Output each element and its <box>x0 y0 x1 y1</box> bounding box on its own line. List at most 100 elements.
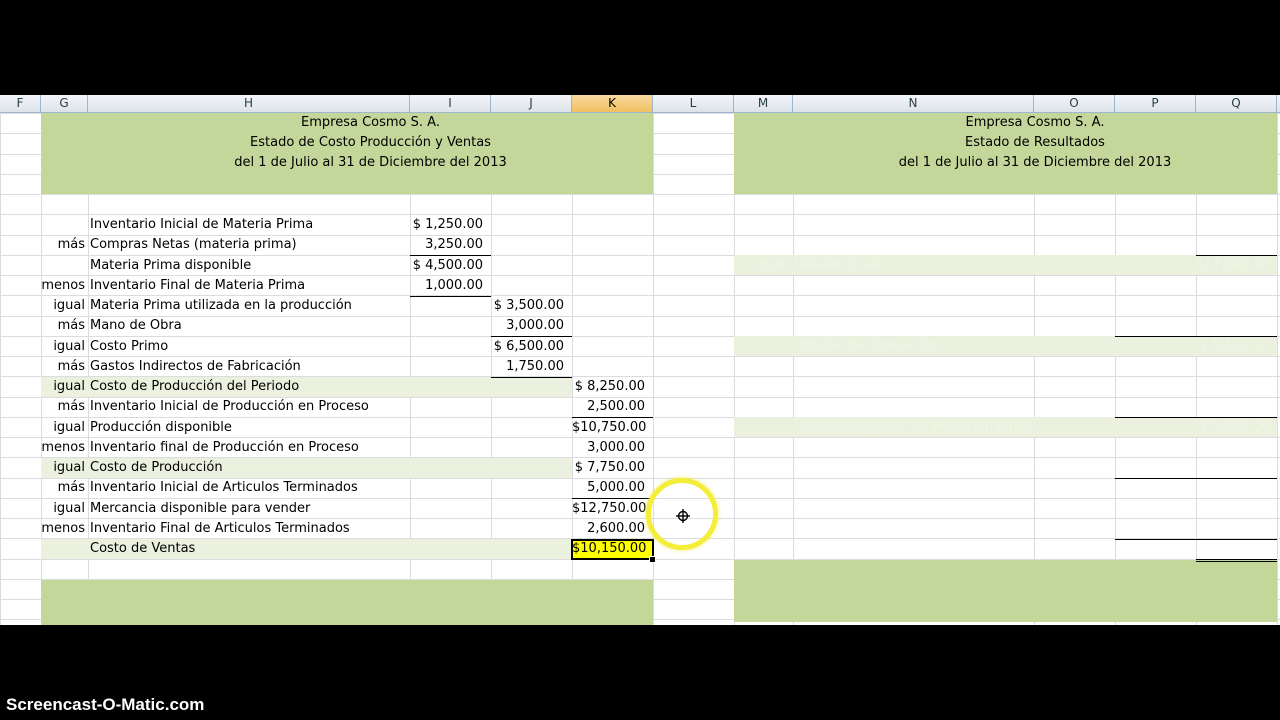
cost-row-col-j <box>491 438 564 458</box>
income-op: igual <box>758 257 790 272</box>
income-label: Utilidad Bruta <box>795 257 885 272</box>
cost-row-col-i: 1,000.00 <box>425 278 483 293</box>
move-cursor-icon <box>676 509 690 523</box>
underline <box>1196 559 1277 560</box>
cost-row-label: Compras Netas (materia prima) <box>90 237 297 252</box>
cost-row-col-j <box>491 256 564 276</box>
cost-row-label: Inventario Inicial de Articulos Terminad… <box>90 480 358 495</box>
cost-row-operator: más <box>57 399 85 414</box>
cost-row-col-j <box>491 377 564 397</box>
cell-grid[interactable]: Empresa Cosmo S. A. Estado de Costo Prod… <box>0 113 1280 625</box>
cost-row-operator: igual <box>53 501 85 516</box>
column-header-i[interactable]: I <box>410 95 491 112</box>
cost-row-label: Inventario Inicial de Materia Prima <box>90 217 314 232</box>
cost-row-label: Producción disponible <box>90 420 232 435</box>
cost-row-operator: igual <box>53 379 85 394</box>
column-header-q[interactable]: Q <box>1196 95 1277 112</box>
cost-row-operator: igual <box>53 420 85 435</box>
cost-row-operator: más <box>57 237 85 252</box>
cost-row-col-i <box>410 499 483 519</box>
cost-row-col-k <box>572 276 645 296</box>
right-statement-title: Estado de Resultados <box>965 135 1105 150</box>
left-statement-period: del 1 de Julio al 31 de Diciembre del 20… <box>234 155 507 170</box>
cost-row-col-i <box>410 478 483 498</box>
cost-row-col-i <box>410 397 483 417</box>
active-cell-value: $10,150.00 <box>572 541 647 556</box>
underline <box>1115 417 1277 418</box>
right-footer-band <box>734 560 1277 622</box>
cost-row-col-j <box>491 519 564 539</box>
cost-row-label: Costo de Producción <box>90 460 223 475</box>
column-header-h[interactable]: H <box>88 95 410 112</box>
cost-row-col-k: $ 7,750.00 <box>574 460 645 475</box>
cost-row-operator: igual <box>53 298 85 313</box>
cost-row-col-i: $ 4,500.00 <box>412 258 483 273</box>
cost-row-operator: menos <box>41 440 85 455</box>
cost-row-col-k <box>572 215 645 235</box>
cost-row-col-j <box>491 235 564 255</box>
cost-row-col-i: $ 1,250.00 <box>412 217 483 232</box>
column-header-j[interactable]: J <box>491 95 572 112</box>
left-statement-title: Estado de Costo Producción y Ventas <box>250 135 491 150</box>
right-company-name: Empresa Cosmo S. A. <box>965 115 1105 130</box>
cost-row-col-j <box>491 276 564 296</box>
underline <box>491 377 572 378</box>
cost-row-col-j <box>491 418 564 438</box>
cost-row-col-k <box>572 296 645 316</box>
cost-row-col-j: 3,000.00 <box>506 318 564 333</box>
income-value: $17,000.00 <box>1196 257 1271 272</box>
underline <box>572 498 653 499</box>
column-header-n[interactable]: N <box>793 95 1034 112</box>
cost-row-col-j <box>491 539 564 559</box>
grid-row-line <box>0 194 1280 195</box>
cost-row-operator: igual <box>53 339 85 354</box>
cost-row-col-k: 2,600.00 <box>587 521 645 536</box>
column-header-row[interactable]: F G H I J K L M N O P Q <box>0 95 1280 113</box>
underline <box>1115 478 1277 479</box>
income-value: $ 5,000.00 <box>1199 419 1270 434</box>
column-header-g[interactable]: G <box>41 95 88 112</box>
cost-row-col-i <box>410 337 483 357</box>
cost-row-col-i <box>410 539 483 559</box>
cost-row-label: Costo de Producción del Periodo <box>90 379 300 394</box>
cost-row-label: Costo Primo <box>90 339 169 354</box>
cost-row-operator <box>41 215 85 235</box>
cost-row-operator: más <box>57 318 85 333</box>
income-value: $ 6,500.00 <box>1199 338 1270 353</box>
grid-column-line <box>0 113 1 625</box>
left-company-name: Empresa Cosmo S. A. <box>301 115 440 130</box>
cost-row-col-k <box>572 337 645 357</box>
column-header-m[interactable]: M <box>734 95 793 112</box>
cost-row-col-k: 5,000.00 <box>587 480 645 495</box>
cost-row-label: Inventario Inicial de Producción en Proc… <box>90 399 369 414</box>
underline <box>1196 255 1277 256</box>
cost-row-col-k <box>572 357 645 377</box>
cost-row-col-i <box>410 377 483 397</box>
cost-row-col-k <box>572 235 645 255</box>
cost-row-label: Mano de Obra <box>90 318 182 333</box>
cost-row-col-j <box>491 478 564 498</box>
cost-row-label: Materia Prima disponible <box>90 258 252 273</box>
column-header-f[interactable]: F <box>0 95 41 112</box>
income-label: Utilidad de Operación <box>795 338 937 353</box>
column-header-p[interactable]: P <box>1115 95 1196 112</box>
cost-row-col-k: $10,750.00 <box>572 420 647 435</box>
underline <box>1115 539 1277 540</box>
column-header-l[interactable]: L <box>653 95 734 112</box>
income-label: Utilidad despues del Financiamiento <box>795 419 1031 434</box>
cost-row-label: Inventario final de Producción en Proces… <box>90 440 359 455</box>
column-header-o[interactable]: O <box>1034 95 1115 112</box>
cost-row-col-k <box>572 316 645 336</box>
cost-row-operator: más <box>57 359 85 374</box>
cost-row-col-j <box>491 458 564 478</box>
cost-row-col-i <box>410 458 483 478</box>
cost-row-col-i <box>410 296 483 316</box>
cost-row-col-j: 1,750.00 <box>506 359 564 374</box>
spreadsheet[interactable]: F G H I J K L M N O P Q Empresa Cosmo S.… <box>0 95 1280 625</box>
column-header-k[interactable]: K <box>572 95 653 112</box>
cost-row-operator: igual <box>53 460 85 475</box>
fill-handle[interactable] <box>649 556 656 563</box>
underline <box>1115 336 1277 337</box>
cost-row-col-k: 3,000.00 <box>587 440 645 455</box>
cost-row-col-j <box>491 499 564 519</box>
